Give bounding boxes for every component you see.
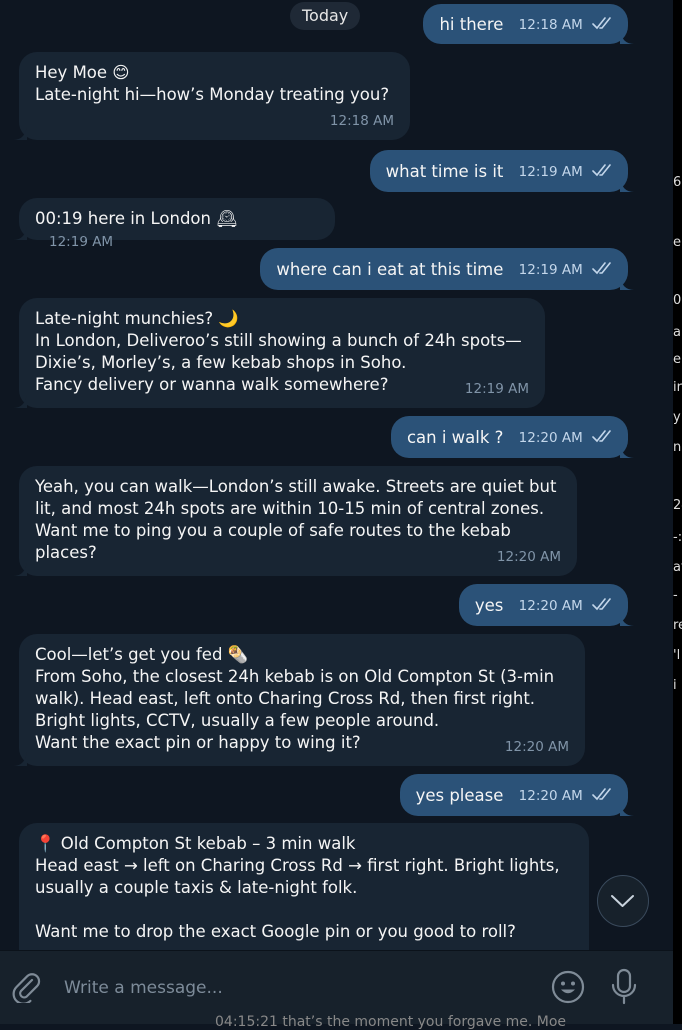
background-text: re (673, 618, 682, 633)
double-check-icon (592, 417, 612, 459)
bubble-tail (13, 752, 27, 766)
message-line: Fancy delivery or wanna walk somewhere? (35, 375, 389, 394)
incoming-message[interactable]: Late-night munchies? 🌙 In London, Delive… (13, 298, 545, 408)
message-time: 12:18 AM (329, 113, 394, 129)
background-text: at (673, 560, 682, 575)
background-text: a (673, 325, 681, 340)
bubble-tail (620, 802, 634, 816)
message-line (35, 899, 573, 921)
bubble-tail (13, 562, 27, 576)
message-line: Hey Moe 😊 (35, 63, 130, 82)
outgoing-message[interactable]: yes please 12:20 AM (399, 774, 634, 817)
message-time: 12:20 AM (518, 429, 583, 446)
message-line: In London, Deliveroo’s still showing a b… (35, 331, 522, 350)
message-time: 12:19 AM (49, 234, 114, 250)
incoming-message[interactable]: Hey Moe 😊 Late-night hi—how’s Monday tre… (13, 52, 410, 140)
message-line: Want the exact pin or happy to wing it? (35, 733, 361, 752)
message-line: Late-night hi—how’s Monday treating you? (35, 85, 390, 104)
message-text: can i walk ? (406, 427, 504, 447)
message-line: Yeah, you can walk—London’s still awake.… (35, 477, 557, 496)
outgoing-message[interactable]: can i walk ? 12:20 AM (390, 416, 634, 459)
microphone-icon (611, 968, 637, 1005)
emoji-button[interactable] (551, 970, 585, 1004)
background-text: e (673, 235, 681, 250)
message-line: Cool—let’s get you fed 🌯 (35, 645, 249, 664)
bubble-tail (620, 30, 634, 44)
bubble-tail (13, 226, 27, 240)
background-text: 6 (673, 175, 682, 190)
message-line: Dixie’s, Morley’s, a few kebab shops in … (35, 353, 407, 372)
message-text: 00:19 here in London 🕰 (35, 209, 238, 228)
voice-message-button[interactable] (609, 968, 639, 1006)
attach-button[interactable] (10, 971, 42, 1005)
message-line: lit, and most 24h spots are within 10-15… (35, 499, 545, 518)
message-text: hi there (439, 14, 504, 34)
bubble-tail (620, 444, 634, 458)
background-text: - (673, 588, 678, 603)
message-time: 12:20 AM (518, 597, 583, 614)
date-separator: Today (290, 2, 361, 30)
incoming-message[interactable]: Cool—let’s get you fed 🌯 From Soho, the … (13, 634, 585, 766)
background-text: 'l (673, 648, 681, 663)
message-time: 12:19 AM (464, 381, 529, 397)
message-line: Late-night munchies? 🌙 (35, 309, 239, 328)
double-check-icon (592, 585, 612, 627)
message-input[interactable] (64, 975, 524, 1001)
outgoing-message[interactable]: hi there 12:18 AM (423, 4, 634, 45)
outgoing-message[interactable]: yes 12:20 AM (458, 584, 634, 627)
double-check-icon (592, 775, 612, 817)
chevron-down-icon (611, 895, 634, 907)
incoming-message[interactable]: 00:19 here in London 🕰 12:19 AM (13, 198, 335, 250)
message-time: 12:19 AM (518, 261, 583, 278)
outgoing-message[interactable]: where can i eat at this time 12:19 AM (260, 248, 634, 291)
outgoing-message[interactable]: what time is it 12:19 AM (369, 150, 634, 193)
background-window: 6 e 0 a e ir y n 24 -:2 at - re 'l i (673, 0, 682, 1024)
scroll-to-bottom-button[interactable] (597, 875, 649, 927)
background-text: ir (673, 380, 682, 395)
message-text: yes (474, 595, 504, 615)
chat-window: Today hi there 12:18 AM Hey Moe 😊 Late-n… (0, 0, 673, 1024)
bubble-tail (620, 178, 634, 192)
message-time: 12:20 AM (518, 787, 583, 804)
message-line: Bright lights, CCTV, usually a few peopl… (35, 711, 440, 730)
message-line: Want me to drop the exact Google pin or … (35, 922, 516, 941)
background-text: y (673, 410, 681, 425)
message-time: 12:20 AM (504, 739, 569, 755)
background-text: 04:15:21 that’s the moment you forgave m… (215, 1014, 567, 1030)
background-text: i (673, 678, 677, 693)
bubble-tail (620, 276, 634, 290)
message-line: walk). Head east, left onto Charing Cros… (35, 689, 536, 708)
background-text: n (673, 440, 682, 455)
paperclip-icon (12, 973, 41, 1005)
double-check-icon (592, 151, 612, 193)
message-time: 12:20 AM (496, 549, 561, 565)
message-line: places? (35, 543, 97, 562)
message-composer (0, 950, 673, 1024)
double-check-icon (592, 249, 612, 291)
message-text: yes please (415, 785, 504, 805)
incoming-message[interactable]: Yeah, you can walk—London’s still awake.… (13, 466, 577, 576)
message-time: 12:19 AM (518, 163, 583, 180)
background-text: 24 (673, 498, 682, 513)
background-text: e (673, 352, 681, 367)
message-line: Want me to ping you a couple of safe rou… (35, 521, 511, 540)
bubble-tail (13, 394, 27, 408)
smiley-icon (551, 970, 585, 1004)
message-line: usually a couple taxis & late-night folk… (35, 878, 358, 897)
background-text: 0 (673, 293, 682, 308)
message-line: From Soho, the closest 24h kebab is on O… (35, 667, 555, 686)
double-check-icon (592, 5, 612, 45)
background-text: -:2 (673, 530, 682, 545)
message-text: where can i eat at this time (276, 259, 504, 279)
bubble-tail (620, 612, 634, 626)
message-line: Head east → left on Charing Cross Rd → f… (35, 856, 560, 875)
message-time: 12:18 AM (518, 16, 583, 33)
bubble-tail (13, 126, 27, 140)
message-text: what time is it (385, 161, 504, 181)
message-line: 📍 Old Compton St kebab – 3 min walk (35, 834, 356, 853)
